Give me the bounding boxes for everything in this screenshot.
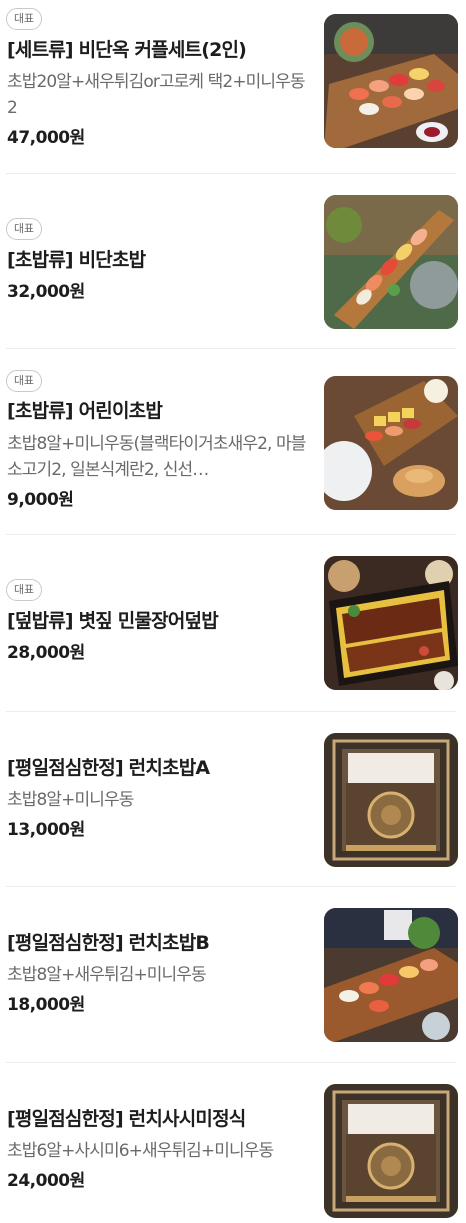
menu-item[interactable]: 대표 [초밥류] 어린이초밥 초밥8알+미니우동(블랙타이거초새우2, 마블소고… (0, 349, 466, 534)
restaurant-entrance-photo[interactable] (324, 1084, 458, 1218)
menu-item-name: [초밥류] 어린이초밥 (7, 400, 163, 422)
menu-item[interactable]: 대표 [초밥류] 비단초밥 32,000원 (0, 174, 466, 348)
menu-item[interactable]: 대표 [세트류] 비단옥 커플세트(2인) 초밥20알+새우튀김or고로케 택2… (0, 0, 466, 173)
sushi-platter-photo[interactable] (324, 908, 458, 1042)
menu-item-description: 초밥8알+미니우동 (7, 790, 134, 810)
menu-item-price: 47,000원 (7, 128, 85, 148)
menu-item-description: 초밥8알+미니우동(블랙타이거초새우2, 마블소고기2, 일본식계란2, 신선… (7, 434, 306, 480)
eel-rice-bowl-photo[interactable] (324, 556, 458, 690)
sushi-boat-photo[interactable] (324, 195, 458, 329)
menu-item-description: 초밥6알+사시미6+새우튀김+미니우동 (7, 1141, 274, 1161)
menu-item-price: 18,000원 (7, 995, 85, 1015)
kids-sushi-photo[interactable] (324, 376, 458, 510)
representative-badge: 대표 (6, 218, 42, 240)
representative-badge: 대표 (6, 370, 42, 392)
menu-item-price: 32,000원 (7, 282, 85, 302)
restaurant-entrance-photo[interactable] (324, 733, 458, 867)
representative-badge: 대표 (6, 579, 42, 601)
menu-item-price: 24,000원 (7, 1171, 85, 1191)
menu-item-name: [덮밥류] 볏짚 민물장어덮밥 (7, 610, 219, 632)
menu-item-name: [평일점심한정] 런치사시미정식 (7, 1108, 246, 1130)
menu-item[interactable]: [평일점심한정] 런치초밥A 초밥8알+미니우동 13,000원 (0, 712, 466, 886)
sushi-platter-photo[interactable] (324, 14, 458, 148)
menu-item-price: 28,000원 (7, 643, 85, 663)
menu-item[interactable]: 대표 [덮밥류] 볏짚 민물장어덮밥 28,000원 (0, 535, 466, 711)
representative-badge: 대표 (6, 8, 42, 30)
menu-item-name: [초밥류] 비단초밥 (7, 249, 146, 271)
menu-item[interactable]: [평일점심한정] 런치사시미정식 초밥6알+사시미6+새우튀김+미니우동 24,… (0, 1063, 466, 1223)
menu-item-description: 초밥20알+새우튀김or고로케 택2+미니우동2 (7, 72, 306, 118)
menu-item-name: [평일점심한정] 런치초밥B (7, 932, 210, 954)
menu-item-price: 9,000원 (7, 490, 74, 510)
menu-item-price: 13,000원 (7, 820, 85, 840)
menu-item-name: [세트류] 비단옥 커플세트(2인) (7, 39, 247, 61)
menu-item[interactable]: [평일점심한정] 런치초밥B 초밥8알+새우튀김+미니우동 18,000원 (0, 887, 466, 1062)
menu-item-name: [평일점심한정] 런치초밥A (7, 757, 210, 779)
menu-item-description: 초밥8알+새우튀김+미니우동 (7, 965, 207, 985)
